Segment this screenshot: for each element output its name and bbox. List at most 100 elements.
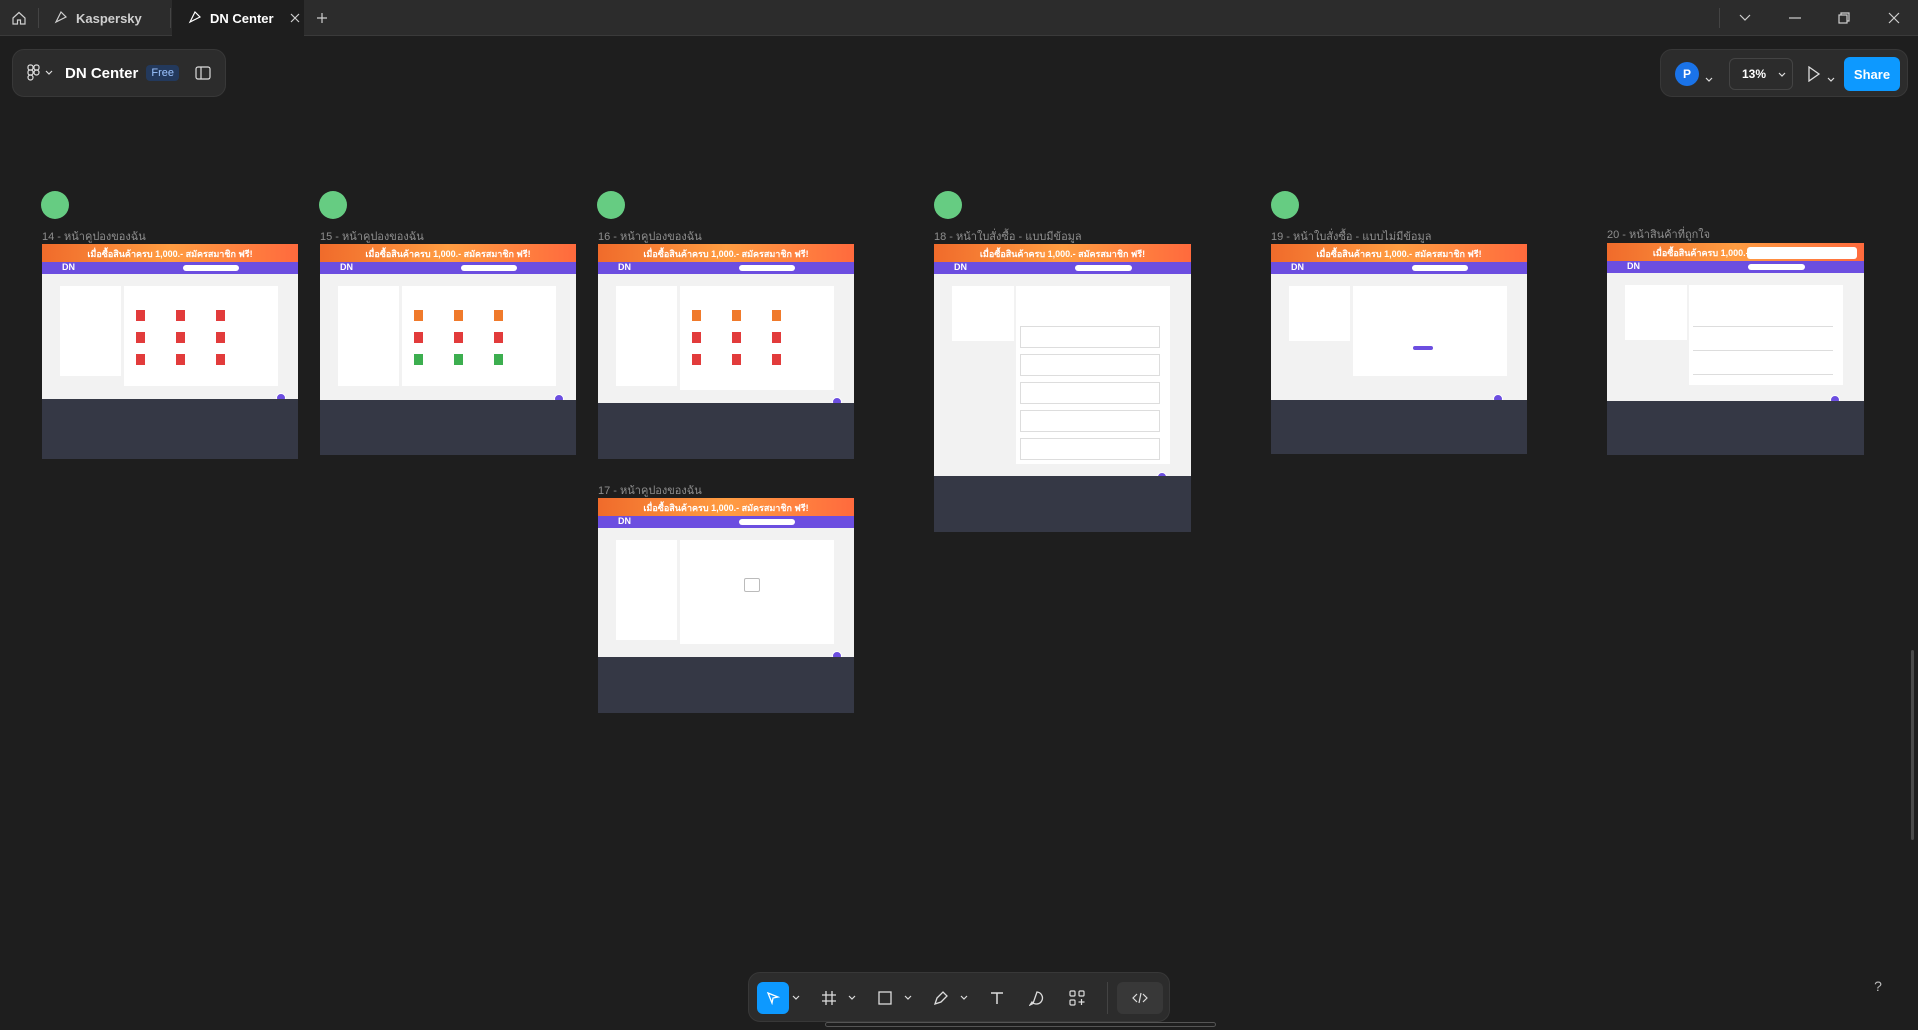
page-body <box>598 528 854 661</box>
move-tool-icon[interactable] <box>757 982 789 1014</box>
promo-banner: เมื่อซื้อสินค้าครบ 1,000.- สมัครสมาชิก ฟ… <box>42 244 298 262</box>
site-footer <box>42 399 298 459</box>
frame-20-thumbnail[interactable]: เมื่อซื้อสินค้าครบ 1,000.- สมัครสมาชิก ฟ… <box>1607 243 1864 455</box>
banner-text: เมื่อซื้อสินค้าครบ 1,000.- สมัครสมาชิก ฟ… <box>979 249 1146 259</box>
site-footer <box>320 400 576 455</box>
file-name[interactable]: DN Center <box>65 65 138 82</box>
chevron-down-icon[interactable] <box>1827 70 1835 88</box>
site-footer <box>1607 401 1864 455</box>
frame-15-thumbnail[interactable]: เมื่อซื้อสินค้าครบ 1,000.- สมัครสมาชิก ฟ… <box>320 244 576 455</box>
order-list-panel <box>1016 286 1171 464</box>
coupon-panel <box>679 286 834 390</box>
main-menu-icon[interactable] <box>27 64 53 82</box>
new-tab-icon[interactable] <box>302 0 342 36</box>
restore-icon[interactable] <box>1820 0 1868 36</box>
frame-label[interactable]: 18 - หน้าใบสั่งซื้อ - แบบมีข้อมูล <box>934 227 1082 245</box>
coupon-item <box>215 310 225 321</box>
banner-text: เมื่อซื้อสินค้าครบ 1,000.- สมัครสมาชิก ฟ… <box>1316 249 1482 259</box>
dev-mode-toggle-icon[interactable] <box>1117 982 1163 1014</box>
pen-tool-icon[interactable] <box>925 982 957 1014</box>
close-window-icon[interactable] <box>1870 0 1918 36</box>
rectangle-tool-icon[interactable] <box>869 982 901 1014</box>
horizontal-scrollbar[interactable] <box>825 1022 1216 1027</box>
coupon-item <box>771 332 781 343</box>
profile-sidebar <box>1625 285 1687 340</box>
promo-banner: เมื่อซื้อสินค้าครบ 1,000.- สมัครสมาชิก ฟ… <box>598 244 854 262</box>
banner-text: เมื่อซื้อสินค้าครบ 1,000.- สมัครสมาชิก ฟ… <box>643 503 809 513</box>
site-logo: DN <box>1291 262 1304 272</box>
zoom-control[interactable]: 13% <box>1729 58 1793 90</box>
chevron-down-icon[interactable] <box>901 982 915 1014</box>
frame-16-thumbnail[interactable]: เมื่อซื้อสินค้าครบ 1,000.- สมัครสมาชิก ฟ… <box>598 244 854 459</box>
page-body <box>598 274 854 407</box>
frame-marker[interactable] <box>41 191 69 219</box>
frame-marker[interactable] <box>934 191 962 219</box>
present-play-icon[interactable] <box>1807 65 1821 87</box>
promo-banner: เมื่อซื้อสินค้าครบ 1,000.- สมัครสมาชิก ฟ… <box>934 244 1191 262</box>
chevron-down-icon[interactable] <box>789 982 803 1014</box>
coupon-item <box>413 310 423 321</box>
promo-banner: เมื่อซื้อสินค้าครบ 1,000.- สมัครสมาชิก ฟ… <box>1271 244 1527 262</box>
frame-marker[interactable] <box>597 191 625 219</box>
chevron-down-icon[interactable] <box>1705 70 1713 88</box>
site-logo: DN <box>340 262 353 272</box>
site-logo: DN <box>1627 261 1640 271</box>
help-button[interactable]: ? <box>1868 978 1888 998</box>
design-canvas[interactable] <box>0 36 1918 1030</box>
frame-label[interactable]: 20 - หน้าสินค้าที่ถูกใจ <box>1607 225 1710 243</box>
frame-19-thumbnail[interactable]: เมื่อซื้อสินค้าครบ 1,000.- สมัครสมาชิก ฟ… <box>1271 244 1527 454</box>
tab-label: Kaspersky <box>76 10 142 26</box>
share-button[interactable]: Share <box>1844 57 1900 91</box>
banner-text: เมื่อซื้อสินค้าครบ 1,000.- สมัครสมาชิก ฟ… <box>87 249 253 259</box>
coupon-panel <box>401 286 556 386</box>
frame-label[interactable]: 15 - หน้าคูปองของฉัน <box>320 227 424 245</box>
search-bar <box>1748 264 1805 270</box>
site-footer <box>1271 400 1527 454</box>
site-navbar: DN <box>1271 262 1527 274</box>
tab-kaspersky[interactable]: Kaspersky <box>38 0 148 36</box>
chevron-down-icon[interactable] <box>957 982 971 1014</box>
order-row <box>1020 438 1161 460</box>
close-tab-icon[interactable] <box>290 11 300 26</box>
site-navbar: DN <box>1607 261 1864 273</box>
coupon-item <box>413 354 423 365</box>
frame-marker[interactable] <box>1271 191 1299 219</box>
frame-label[interactable]: 19 - หน้าใบสั่งซื้อ - แบบไม่มีข้อมูล <box>1271 227 1431 245</box>
profile-sidebar <box>1289 286 1351 341</box>
coupon-panel <box>123 286 278 386</box>
comment-tool-icon[interactable] <box>1021 982 1053 1014</box>
profile-sidebar <box>616 286 678 386</box>
vertical-scrollbar[interactable] <box>1911 650 1914 840</box>
frame-17-thumbnail[interactable]: เมื่อซื้อสินค้าครบ 1,000.- สมัครสมาชิก ฟ… <box>598 498 854 713</box>
coupon-item <box>771 354 781 365</box>
coupon-item <box>453 310 463 321</box>
minimize-icon[interactable] <box>1771 0 1819 36</box>
frame-tool-icon[interactable] <box>813 982 845 1014</box>
coupon-item <box>175 354 185 365</box>
profile-sidebar <box>616 540 678 640</box>
divider <box>1719 8 1720 28</box>
frame-marker[interactable] <box>319 191 347 219</box>
frame-label[interactable]: 14 - หน้าคูปองของฉัน <box>42 227 146 245</box>
site-navbar: DN <box>598 262 854 274</box>
frame-label[interactable]: 16 - หน้าคูปองของฉัน <box>598 227 702 245</box>
frame-label[interactable]: 17 - หน้าคูปองของฉัน <box>598 481 702 499</box>
toggle-sidebar-icon[interactable] <box>195 66 211 80</box>
avatar[interactable]: P <box>1675 62 1699 86</box>
coupon-item <box>135 354 145 365</box>
frame-18-thumbnail[interactable]: เมื่อซื้อสินค้าครบ 1,000.- สมัครสมาชิก ฟ… <box>934 244 1191 532</box>
profile-sidebar <box>952 286 1014 341</box>
actions-tool-icon[interactable] <box>1061 982 1093 1014</box>
home-icon[interactable] <box>0 0 38 36</box>
chevron-down-icon[interactable] <box>1721 0 1769 36</box>
shop-now-button <box>1412 346 1433 350</box>
chevron-down-icon[interactable] <box>845 982 859 1014</box>
wishlist-panel <box>1689 285 1844 385</box>
text-tool-icon[interactable] <box>981 982 1013 1014</box>
tab-dn-center[interactable]: DN Center <box>172 0 304 36</box>
page-body <box>934 274 1191 482</box>
wishlist-item <box>1693 309 1834 327</box>
frame-14-thumbnail[interactable]: เมื่อซื้อสินค้าครบ 1,000.- สมัครสมาชิก ฟ… <box>42 244 298 459</box>
profile-sidebar <box>60 286 122 376</box>
wishlist-item <box>1693 333 1834 351</box>
